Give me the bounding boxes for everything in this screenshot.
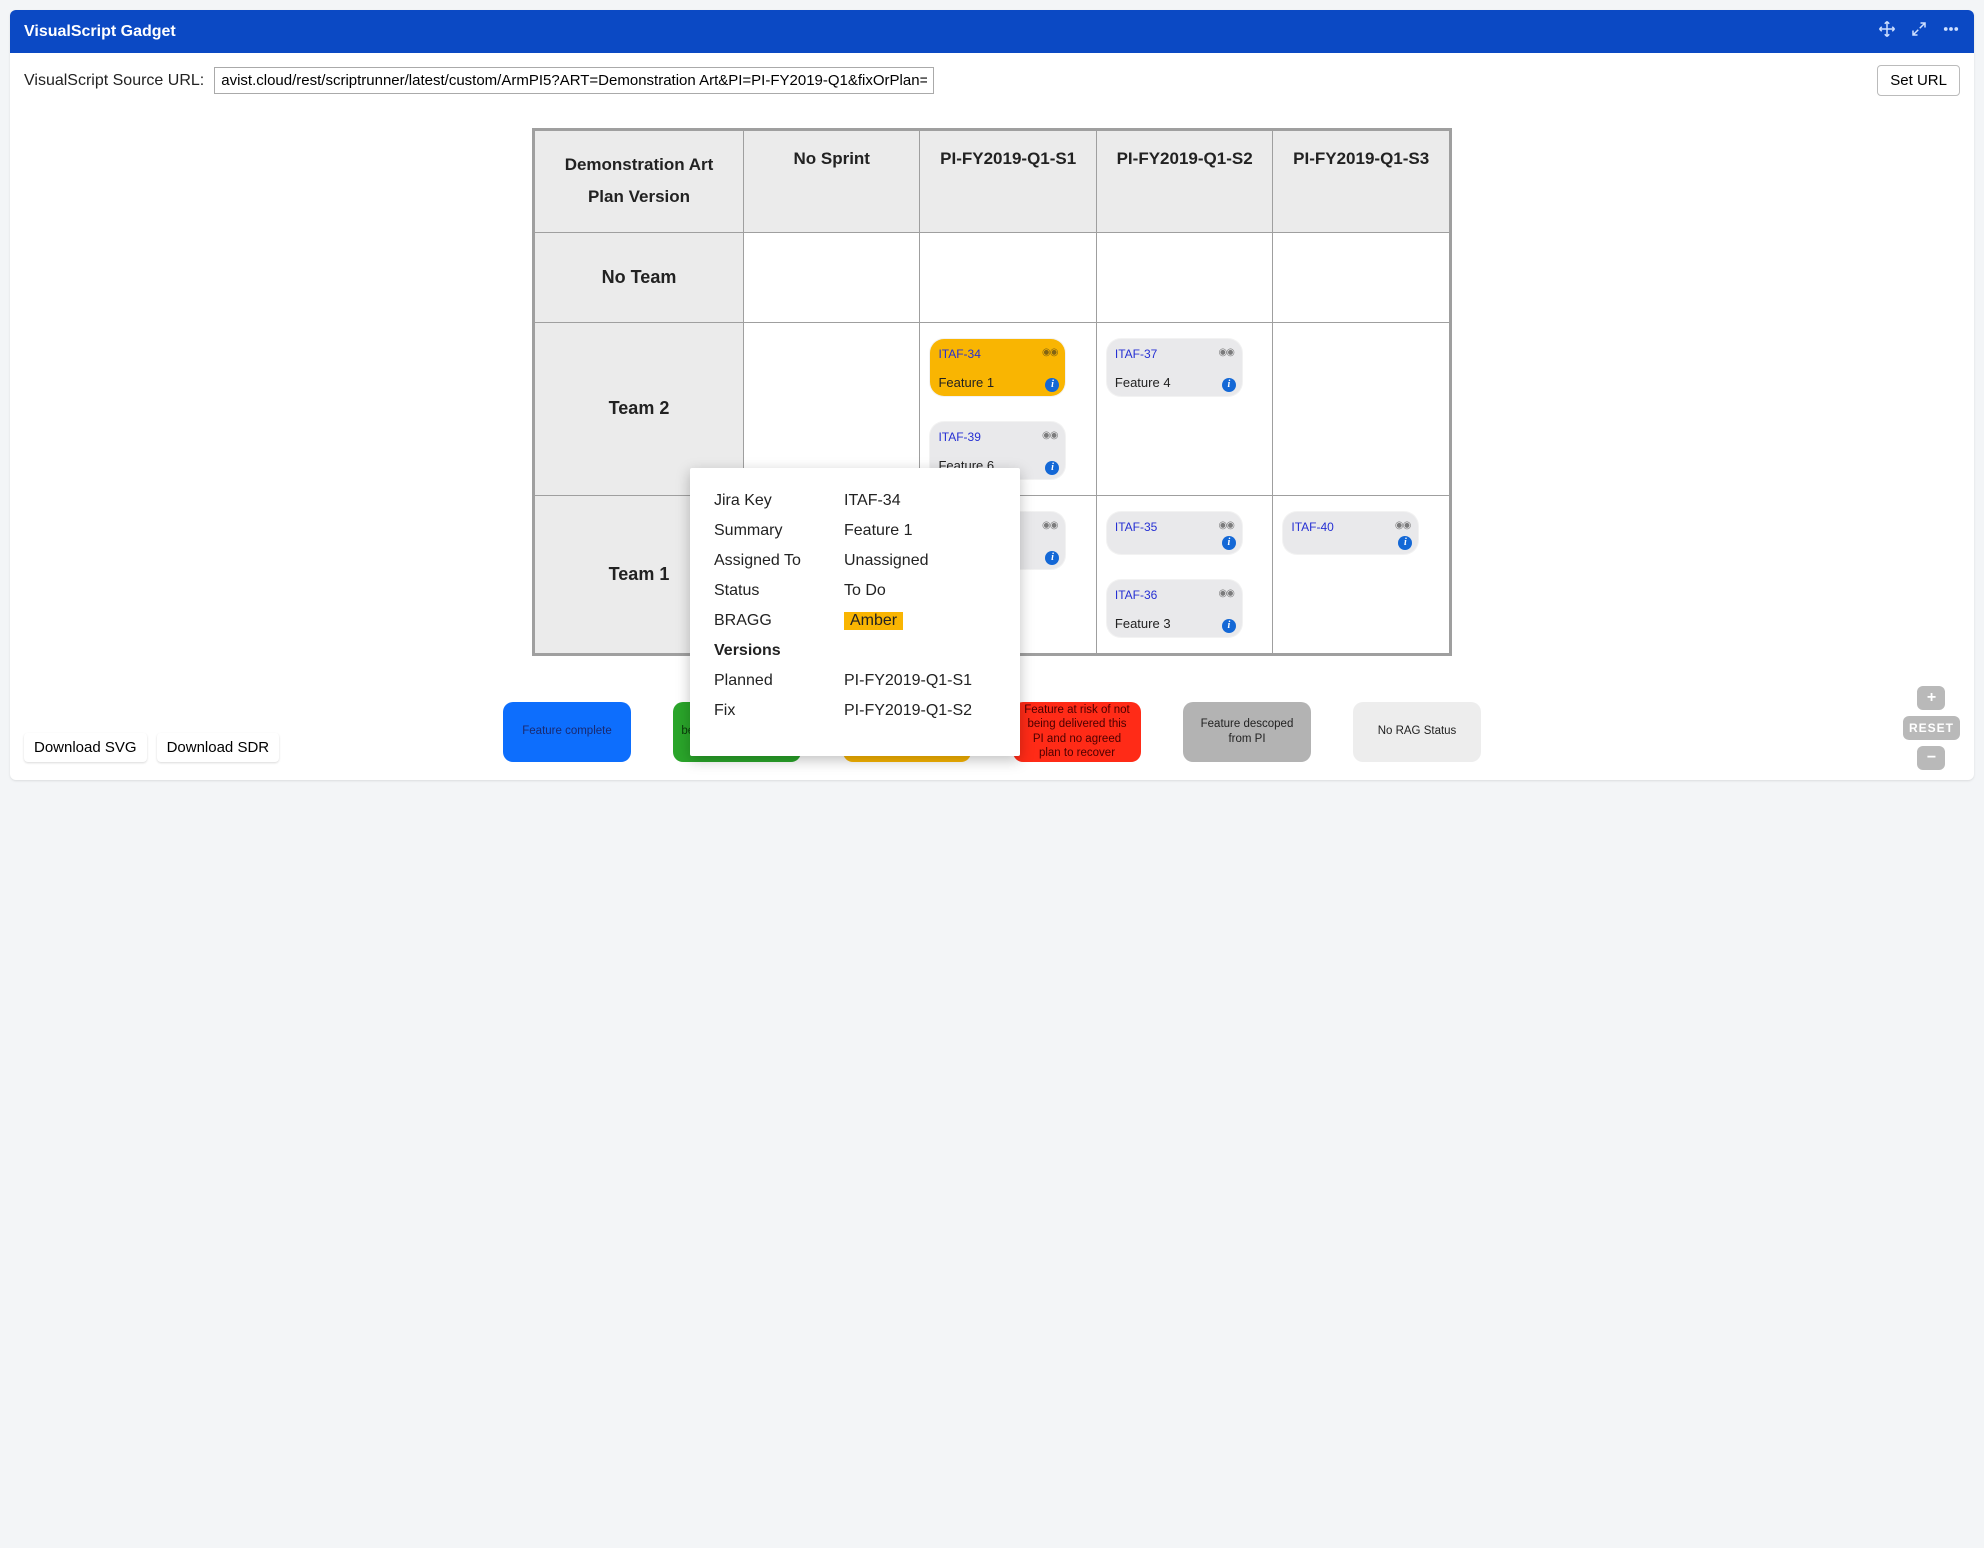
- board-cell: ITAF-35◉◉iITAF-36◉◉Feature 3i: [1096, 495, 1272, 654]
- download-buttons: Download SVG Download SDR: [24, 733, 279, 762]
- source-url-input[interactable]: [214, 67, 934, 94]
- info-icon[interactable]: i: [1398, 536, 1412, 550]
- card-title: Feature 4: [1115, 375, 1234, 390]
- tooltip-value: PI-FY2019-Q1-S1: [844, 672, 972, 690]
- legend-pill: No RAG Status: [1353, 702, 1481, 762]
- tooltip-value: To Do: [844, 582, 886, 600]
- watch-icon[interactable]: ◉◉: [1395, 520, 1410, 531]
- legend-pill: Feature at risk of not being delivered t…: [1013, 702, 1141, 762]
- card-key[interactable]: ITAF-36: [1115, 588, 1157, 602]
- board-container: Demonstration Art Plan Version No Sprint…: [10, 128, 1974, 666]
- corner-line2: Plan Version: [543, 181, 735, 213]
- info-icon[interactable]: i: [1045, 461, 1059, 475]
- board-cell: [1096, 232, 1272, 322]
- download-svg-button[interactable]: Download SVG: [24, 733, 147, 762]
- download-sdr-button[interactable]: Download SDR: [157, 733, 280, 762]
- info-icon[interactable]: i: [1222, 619, 1236, 633]
- info-icon[interactable]: i: [1222, 378, 1236, 392]
- card-title: Feature 1: [938, 375, 1057, 390]
- column-header: PI-FY2019-Q1-S3: [1273, 130, 1451, 233]
- gadget-title: VisualScript Gadget: [24, 23, 176, 41]
- watch-icon[interactable]: ◉◉: [1218, 588, 1233, 599]
- feature-card[interactable]: ITAF-40 ◉◉ i: [1283, 512, 1418, 554]
- gadget-header: VisualScript Gadget: [10, 10, 1974, 53]
- card-key[interactable]: ITAF-37: [1115, 347, 1157, 361]
- source-url-bar: VisualScript Source URL: Set URL: [10, 53, 1974, 108]
- tooltip-key: Summary: [714, 522, 844, 540]
- board-cell: [744, 232, 920, 322]
- info-icon[interactable]: i: [1045, 551, 1059, 565]
- feature-card[interactable]: ITAF-36 ◉◉ Feature 3i: [1107, 580, 1242, 637]
- tooltip-key: Jira Key: [714, 492, 844, 510]
- tooltip-key: Status: [714, 582, 844, 600]
- set-url-button[interactable]: Set URL: [1877, 65, 1960, 96]
- source-url-label: VisualScript Source URL:: [24, 72, 204, 90]
- column-header: PI-FY2019-Q1-S2: [1096, 130, 1272, 233]
- expand-icon[interactable]: [1910, 20, 1928, 43]
- zoom-out-button[interactable]: −: [1917, 746, 1945, 770]
- watch-icon[interactable]: ◉◉: [1042, 430, 1057, 441]
- zoom-in-button[interactable]: +: [1917, 686, 1945, 710]
- gadget-panel: VisualScript Gadget VisualScript Source …: [10, 10, 1974, 780]
- tooltip-value: ITAF-34: [844, 492, 901, 510]
- corner-line1: Demonstration Art: [543, 149, 735, 181]
- card-key[interactable]: ITAF-39: [938, 430, 980, 444]
- column-header: No Sprint: [744, 130, 920, 233]
- tooltip-value: PI-FY2019-Q1-S2: [844, 702, 972, 720]
- more-icon[interactable]: [1942, 20, 1960, 43]
- feature-card[interactable]: ITAF-37 ◉◉ Feature 4i: [1107, 339, 1242, 396]
- legend-pill: Feature complete: [503, 702, 631, 762]
- tooltip-key: Fix: [714, 702, 844, 720]
- board-cell: ITAF-40 ◉◉ i: [1273, 495, 1451, 654]
- legend-pill: Feature descoped from PI: [1183, 702, 1311, 762]
- info-icon[interactable]: i: [1045, 378, 1059, 392]
- zoom-controls: + RESET −: [1903, 686, 1960, 770]
- tooltip-value: Amber: [844, 612, 903, 630]
- card-key[interactable]: ITAF-34: [938, 347, 980, 361]
- board-cell: [920, 232, 1096, 322]
- watch-icon[interactable]: ◉◉: [1218, 520, 1233, 531]
- feature-card[interactable]: ITAF-34 ◉◉ Feature 1i: [930, 339, 1065, 396]
- board-cell: ITAF-37 ◉◉ Feature 4i: [1096, 322, 1272, 495]
- card-key[interactable]: ITAF-35: [1115, 520, 1157, 534]
- board-cell: [1273, 232, 1451, 322]
- zoom-reset-button[interactable]: RESET: [1903, 716, 1960, 740]
- card-tooltip: Jira KeyITAF-34SummaryFeature 1Assigned …: [690, 468, 1020, 756]
- column-header: PI-FY2019-Q1-S1: [920, 130, 1096, 233]
- tooltip-key: Assigned To: [714, 552, 844, 570]
- tooltip-key: BRAGG: [714, 612, 844, 630]
- watch-icon[interactable]: ◉◉: [1218, 347, 1233, 358]
- feature-card[interactable]: ITAF-35 ◉◉ i: [1107, 512, 1242, 554]
- tooltip-section: Versions: [714, 642, 996, 660]
- board-corner-header: Demonstration Art Plan Version: [534, 130, 744, 233]
- card-key[interactable]: ITAF-40: [1291, 520, 1333, 534]
- row-header: No Team: [534, 232, 744, 322]
- card-title: Feature 3: [1115, 616, 1234, 631]
- tooltip-value: Unassigned: [844, 552, 929, 570]
- tooltip-value: Feature 1: [844, 522, 912, 540]
- move-icon[interactable]: [1878, 20, 1896, 43]
- info-icon[interactable]: i: [1222, 536, 1236, 550]
- watch-icon[interactable]: ◉◉: [1042, 347, 1057, 358]
- board-cell: [1273, 322, 1451, 495]
- watch-icon[interactable]: ◉◉: [1042, 520, 1057, 531]
- tooltip-key: Planned: [714, 672, 844, 690]
